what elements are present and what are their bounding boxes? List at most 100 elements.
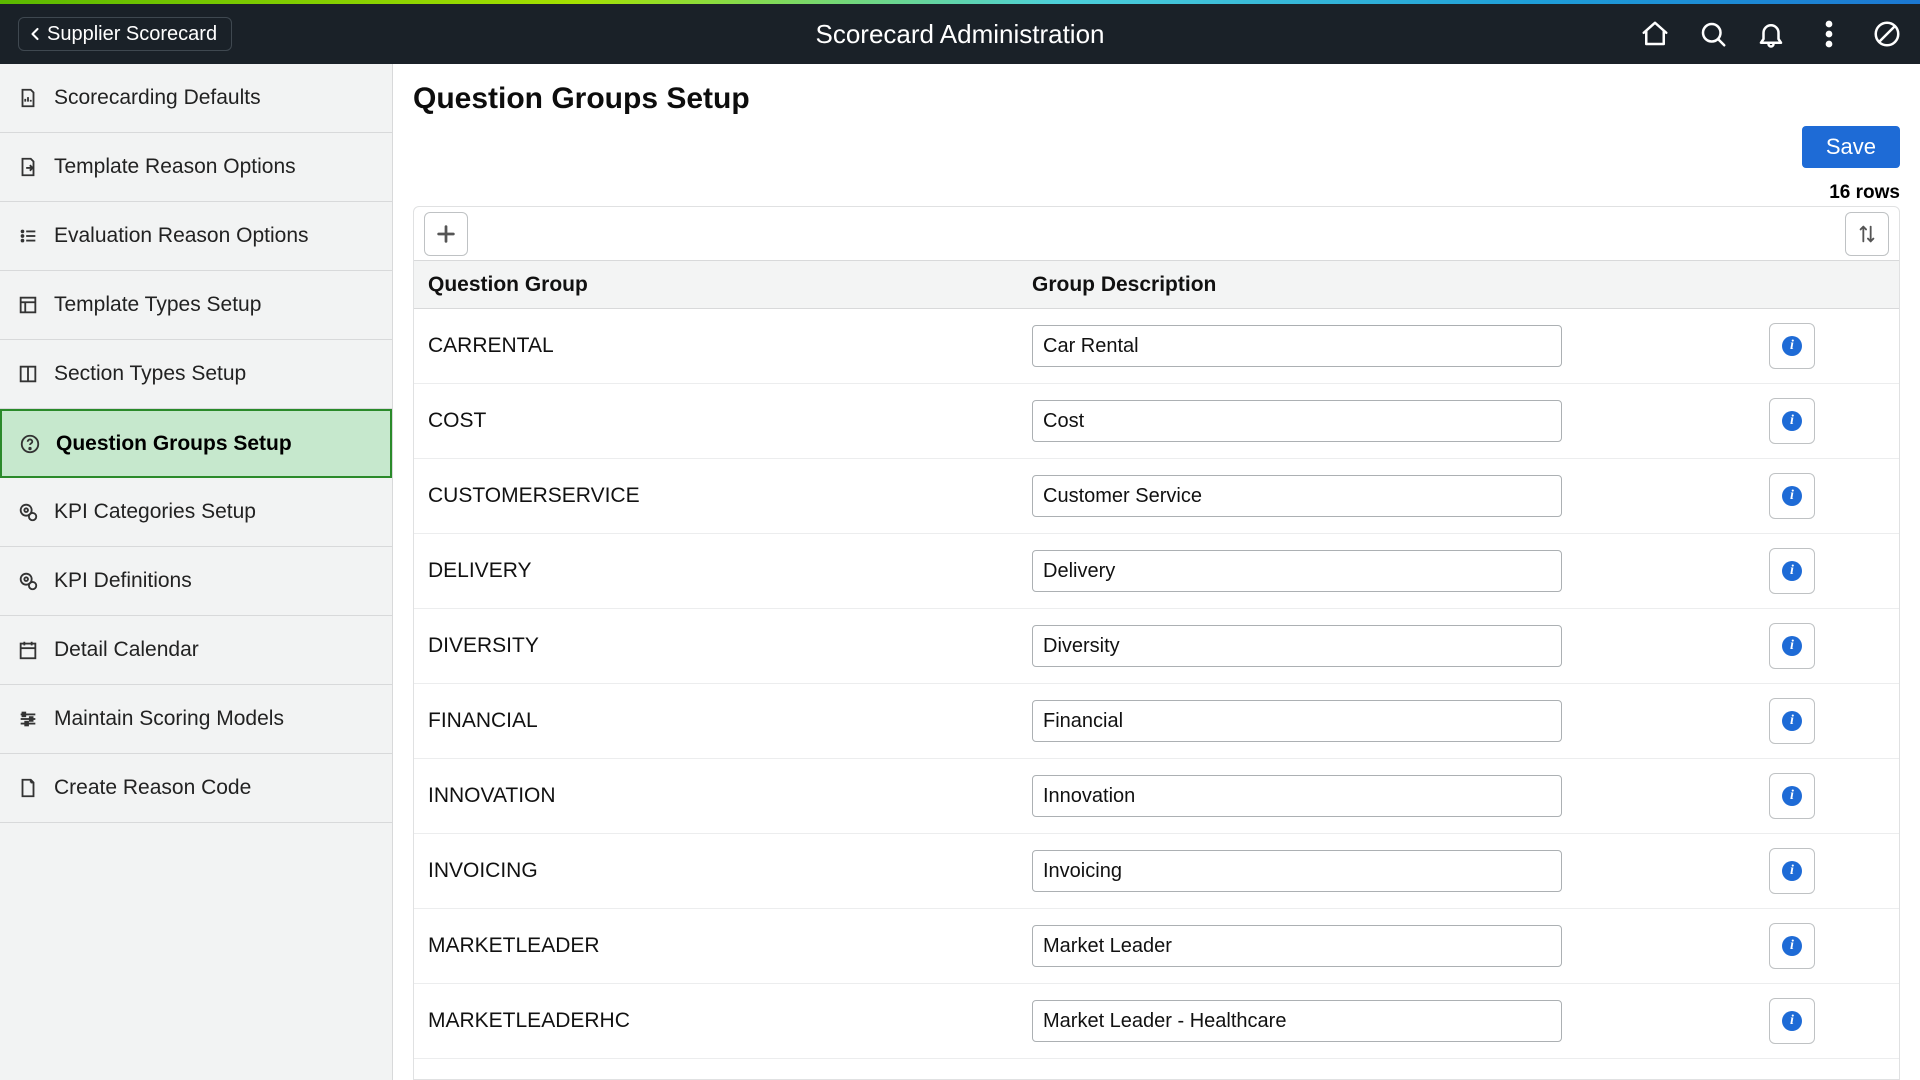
group-description-input[interactable] [1032, 850, 1562, 892]
sort-button[interactable] [1845, 212, 1889, 256]
group-description-input[interactable] [1032, 475, 1562, 517]
sidebar-item-label: Detail Calendar [54, 638, 199, 662]
row-info-button[interactable]: i [1769, 398, 1815, 444]
sidebar-item-label: Maintain Scoring Models [54, 707, 284, 731]
info-icon: i [1782, 1011, 1802, 1031]
sidebar-item-template-types-setup[interactable]: Template Types Setup [0, 271, 392, 340]
row-info-button[interactable]: i [1769, 323, 1815, 369]
table-row: DELIVERY i [414, 534, 1899, 609]
group-description-input[interactable] [1032, 700, 1562, 742]
group-code: DIVERSITY [414, 634, 1032, 658]
back-button-label: Supplier Scorecard [47, 23, 217, 46]
table-row: FINANCIALi [414, 684, 1899, 759]
group-description-input[interactable] [1032, 400, 1562, 442]
table-row: DIVERSITY i [414, 609, 1899, 684]
search-icon[interactable] [1698, 19, 1728, 49]
group-description-input[interactable] [1032, 775, 1562, 817]
save-button[interactable]: Save [1802, 126, 1900, 168]
sidebar-icon [16, 500, 40, 524]
sidebar-item-label: Template Types Setup [54, 293, 261, 317]
sidebar-icon [18, 432, 42, 456]
info-icon: i [1782, 711, 1802, 731]
row-info-button[interactable]: i [1769, 848, 1815, 894]
col-header-desc: Group Description [1032, 273, 1709, 297]
group-code: COST [414, 409, 1032, 433]
back-button[interactable]: Supplier Scorecard [18, 17, 232, 51]
sidebar-item-kpi-definitions[interactable]: KPI Definitions [0, 547, 392, 616]
group-code: MARKETLEADER [414, 934, 1032, 958]
group-description-input[interactable] [1032, 925, 1562, 967]
table-row: CUSTOMERSERVICEi [414, 459, 1899, 534]
header-title: Scorecard Administration [815, 19, 1104, 50]
row-info-button[interactable]: i [1769, 548, 1815, 594]
info-icon: i [1782, 636, 1802, 656]
table-toolbar [414, 207, 1899, 261]
group-code: DELIVERY [414, 559, 1032, 583]
main-split: Scorecarding Defaults Template Reason Opt… [0, 64, 1920, 1080]
info-icon: i [1782, 936, 1802, 956]
row-info-button[interactable]: i [1769, 473, 1815, 519]
sidebar-item-label: KPI Definitions [54, 569, 192, 593]
sidebar-icon [16, 86, 40, 110]
add-row-button[interactable] [424, 212, 468, 256]
table-row: INVOICING i [414, 834, 1899, 909]
sidebar-icon [16, 638, 40, 662]
info-icon: i [1782, 786, 1802, 806]
kebab-menu-icon[interactable] [1814, 19, 1844, 49]
block-icon[interactable] [1872, 19, 1902, 49]
row-info-button[interactable]: i [1769, 623, 1815, 669]
group-description-input[interactable] [1032, 325, 1562, 367]
info-icon: i [1782, 561, 1802, 581]
table-row: CARRENTAL i [414, 309, 1899, 384]
row-info-button[interactable]: i [1769, 998, 1815, 1044]
content-area: Question Groups Setup Save 16 rows Quest… [393, 64, 1920, 1080]
sidebar-item-section-types-setup[interactable]: Section Types Setup [0, 340, 392, 409]
table-row: MARKETLEADER i [414, 909, 1899, 984]
group-code: CARRENTAL [414, 334, 1032, 358]
table-row: COST i [414, 384, 1899, 459]
sidebar-icon [16, 362, 40, 386]
sidebar-item-label: Section Types Setup [54, 362, 246, 386]
table-body[interactable]: CARRENTALiCOSTiCUSTOMERSERVICEiDELIVERYi… [414, 309, 1899, 1079]
sidebar-item-label: Evaluation Reason Options [54, 224, 309, 248]
sidebar-item-label: Create Reason Code [54, 776, 251, 800]
sidebar-item-label: Scorecarding Defaults [54, 86, 261, 110]
sidebar-item-question-groups-setup[interactable]: Question Groups Setup [0, 409, 392, 478]
sidebar-item-label: Question Groups Setup [56, 432, 292, 456]
sidebar-icon [16, 155, 40, 179]
sidebar-item-scorecarding-defaults[interactable]: Scorecarding Defaults [0, 64, 392, 133]
col-header-group: Question Group [414, 273, 1032, 297]
sidebar-item-create-reason-code[interactable]: Create Reason Code [0, 754, 392, 823]
sidebar-item-label: Template Reason Options [54, 155, 296, 179]
info-icon: i [1782, 336, 1802, 356]
row-info-button[interactable]: i [1769, 923, 1815, 969]
sidebar-item-detail-calendar[interactable]: Detail Calendar [0, 616, 392, 685]
sidebar-icon [16, 569, 40, 593]
rows-count: 16 rows [413, 182, 1900, 204]
sidebar-icon [16, 224, 40, 248]
row-info-button[interactable]: i [1769, 698, 1815, 744]
sidebar-item-maintain-scoring-models[interactable]: Maintain Scoring Models [0, 685, 392, 754]
group-description-input[interactable] [1032, 625, 1562, 667]
sidebar-item-template-reason-options[interactable]: Template Reason Options [0, 133, 392, 202]
row-info-button[interactable]: i [1769, 773, 1815, 819]
page-title: Question Groups Setup [413, 82, 1900, 116]
header-icons [1640, 19, 1902, 49]
group-code: MARKETLEADERHC [414, 1009, 1032, 1033]
home-icon[interactable] [1640, 19, 1670, 49]
table-header: Question Group Group Description [414, 261, 1899, 309]
bell-icon[interactable] [1756, 19, 1786, 49]
group-description-input[interactable] [1032, 550, 1562, 592]
table-row: MARKETLEADERHC i [414, 984, 1899, 1059]
info-icon: i [1782, 861, 1802, 881]
sidebar-icon [16, 707, 40, 731]
group-code: INVOICING [414, 859, 1032, 883]
sidebar-item-evaluation-reason-options[interactable]: Evaluation Reason Options [0, 202, 392, 271]
group-code: INNOVATION [414, 784, 1032, 808]
sort-icon [1856, 223, 1878, 245]
sidebar-item-kpi-categories-setup[interactable]: KPI Categories Setup [0, 478, 392, 547]
sidebar-icon [16, 776, 40, 800]
app-header: Supplier Scorecard Scorecard Administrat… [0, 4, 1920, 64]
group-description-input[interactable] [1032, 1000, 1562, 1042]
sidebar-item-label: KPI Categories Setup [54, 500, 256, 524]
